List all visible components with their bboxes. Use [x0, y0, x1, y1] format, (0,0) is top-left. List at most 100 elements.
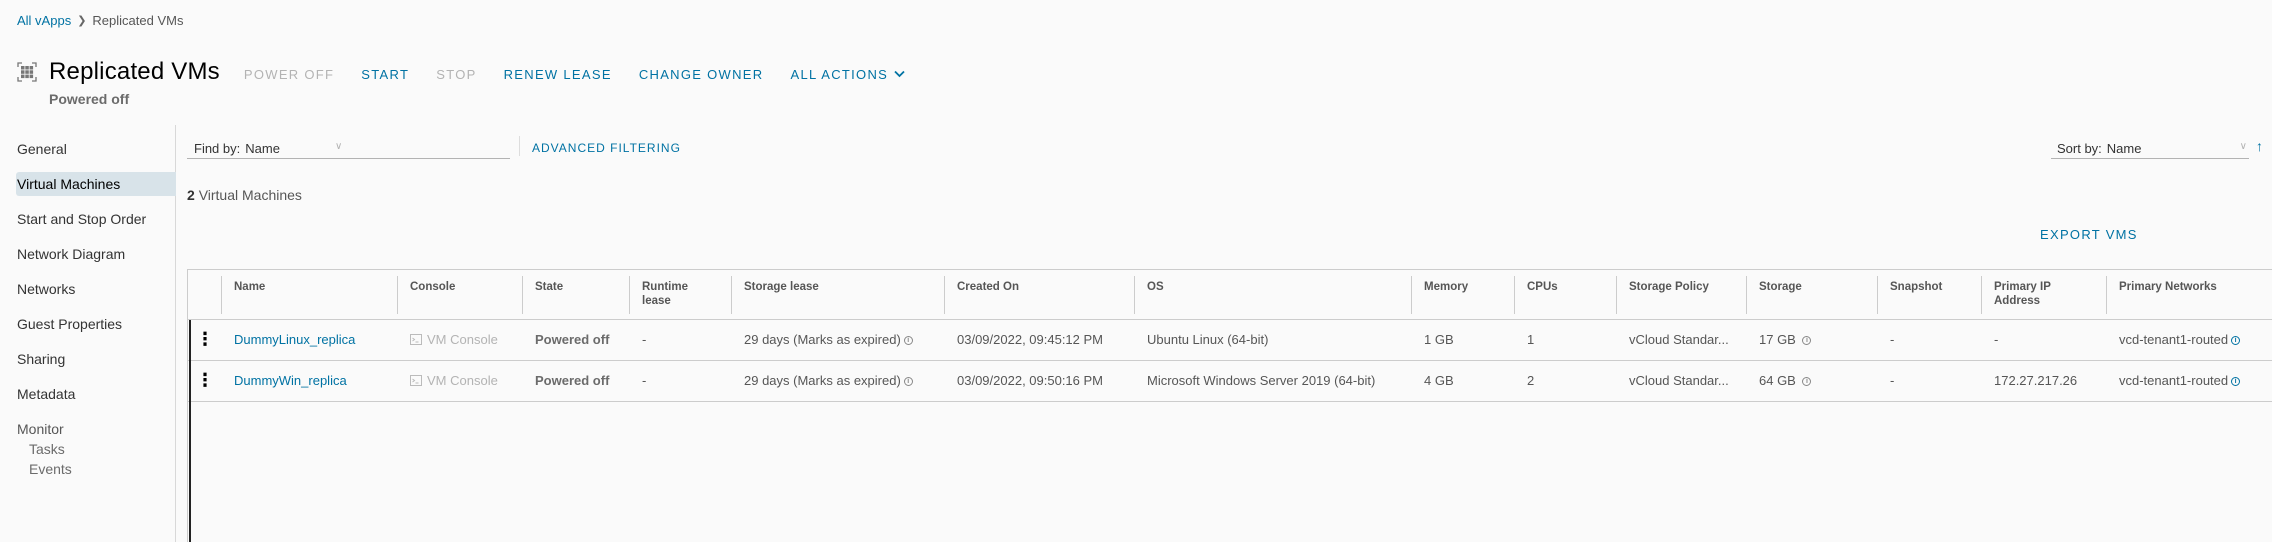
column-header-state[interactable]: State: [523, 270, 630, 320]
column-header-name[interactable]: Name: [222, 270, 398, 320]
breadcrumb-current: Replicated VMs: [92, 13, 184, 28]
breadcrumb-all-vapps[interactable]: All vApps: [17, 13, 71, 28]
vm-runtime-lease: -: [630, 360, 732, 402]
vm-memory: 4 GB: [1412, 360, 1515, 402]
sort-by-label: Sort by:: [2057, 141, 2102, 156]
vm-count-number: 2: [187, 187, 195, 203]
chevron-down-icon: ∨: [2239, 141, 2247, 152]
vm-os: Microsoft Windows Server 2019 (64-bit): [1135, 360, 1412, 402]
sidebar-item-virtual-machines[interactable]: Virtual Machines: [16, 172, 176, 196]
sort-by-select[interactable]: Sort by: Name ∨: [2051, 139, 2249, 159]
page-title: Replicated VMs: [49, 58, 220, 85]
action-bar: POWER OFF START STOP RENEW LEASE CHANGE …: [244, 67, 905, 82]
table-row: ⋮ DummyLinux_replica VM Console Powered …: [188, 319, 2272, 361]
vm-count: 2 Virtual Machines: [187, 187, 302, 203]
sidebar-item-metadata[interactable]: Metadata: [16, 382, 176, 406]
vm-created-on: 03/09/2022, 09:45:12 PM: [945, 319, 1135, 361]
vm-name-link[interactable]: DummyWin_replica: [234, 373, 347, 388]
column-header-cpus[interactable]: CPUs: [1515, 270, 1617, 320]
vm-console-link: VM Console: [410, 373, 511, 388]
column-header-console[interactable]: Console: [398, 270, 523, 320]
start-button[interactable]: START: [361, 67, 409, 82]
table-header-row: Name Console State Runtime lease Storage…: [188, 270, 2272, 320]
sidebar-item-sharing[interactable]: Sharing: [16, 347, 176, 371]
all-actions-button[interactable]: ALL ACTIONS: [790, 67, 905, 82]
column-header-snapshot[interactable]: Snapshot: [1878, 270, 1982, 320]
row-actions-menu-icon[interactable]: ⋮: [188, 360, 222, 402]
toolbar-divider: [519, 136, 520, 156]
power-off-button[interactable]: POWER OFF: [244, 67, 334, 82]
vm-state: Powered off: [535, 373, 610, 388]
chevron-down-icon: ∨: [335, 141, 343, 152]
vm-primary-network: vcd-tenant1-routed i: [2107, 319, 2272, 361]
change-owner-button[interactable]: CHANGE OWNER: [639, 67, 764, 82]
chevron-down-icon: [894, 70, 905, 78]
grid-left-border: [189, 320, 191, 542]
breadcrumb: All vApps ❯ Replicated VMs: [17, 13, 183, 28]
vm-snapshot: -: [1878, 319, 1982, 361]
sidebar-item-start-stop-order[interactable]: Start and Stop Order: [16, 207, 176, 231]
sidebar-group-monitor: Monitor: [17, 421, 64, 437]
find-by-value: Name: [245, 141, 280, 156]
column-header-storage[interactable]: Storage: [1747, 270, 1878, 320]
sort-ascending-icon[interactable]: ↑: [2256, 138, 2263, 154]
column-header-storage-lease[interactable]: Storage lease: [732, 270, 945, 320]
row-actions-menu-icon[interactable]: ⋮: [188, 319, 222, 361]
info-icon[interactable]: i: [1802, 336, 1812, 346]
sidebar-item-events[interactable]: Events: [29, 459, 175, 479]
column-header-primary-ip[interactable]: Primary IP Address: [1982, 270, 2107, 320]
page-header: Replicated VMs POWER OFF START STOP RENE…: [17, 58, 905, 86]
renew-lease-button[interactable]: RENEW LEASE: [504, 67, 612, 82]
info-icon[interactable]: i: [2231, 377, 2241, 387]
main-content: Find by: Name ∨ ADVANCED FILTERING 2 Vir…: [176, 125, 2272, 542]
export-vms-button[interactable]: EXPORT VMS: [2040, 227, 2138, 242]
vm-storage-lease: 29 days (Marks as expired) i: [732, 360, 945, 402]
sidebar-item-tasks[interactable]: Tasks: [29, 439, 175, 459]
vm-console-link: VM Console: [410, 332, 511, 347]
column-header-storage-policy[interactable]: Storage Policy: [1617, 270, 1747, 320]
info-icon[interactable]: i: [903, 377, 913, 387]
info-icon[interactable]: i: [1802, 377, 1812, 387]
sidebar-item-general[interactable]: General: [16, 137, 176, 161]
vm-cpus: 2: [1515, 360, 1617, 402]
column-header-runtime-lease[interactable]: Runtime lease: [630, 270, 732, 320]
sidebar-item-network-diagram[interactable]: Network Diagram: [16, 242, 176, 266]
info-icon[interactable]: i: [903, 336, 913, 346]
vm-datagrid: Name Console State Runtime lease Storage…: [187, 269, 2272, 542]
sidebar: General Virtual Machines Start and Stop …: [0, 125, 176, 542]
column-header-created-on[interactable]: Created On: [945, 270, 1135, 320]
info-icon[interactable]: i: [2231, 336, 2241, 346]
stop-button[interactable]: STOP: [436, 67, 476, 82]
console-icon: [410, 334, 422, 345]
find-by-select[interactable]: Find by: Name ∨: [187, 139, 510, 159]
column-header-os[interactable]: OS: [1135, 270, 1412, 320]
sidebar-item-networks[interactable]: Networks: [16, 277, 176, 301]
chevron-right-icon: ❯: [77, 15, 87, 27]
column-header-memory[interactable]: Memory: [1412, 270, 1515, 320]
advanced-filtering-button[interactable]: ADVANCED FILTERING: [532, 141, 681, 155]
vm-primary-ip: -: [1982, 319, 2107, 361]
vm-count-label: Virtual Machines: [198, 187, 302, 203]
vm-cpus: 1: [1515, 319, 1617, 361]
vm-runtime-lease: -: [630, 319, 732, 361]
vm-storage-lease: 29 days (Marks as expired) i: [732, 319, 945, 361]
sidebar-item-guest-properties[interactable]: Guest Properties: [16, 312, 176, 336]
vm-storage: 17 GB i: [1747, 319, 1878, 361]
vapp-icon: [17, 62, 37, 82]
column-header-actions: [188, 270, 222, 320]
vm-snapshot: -: [1878, 360, 1982, 402]
vapp-status: Powered off: [49, 91, 130, 107]
vm-os: Ubuntu Linux (64-bit): [1135, 319, 1412, 361]
vm-primary-network: vcd-tenant1-routed i: [2107, 360, 2272, 402]
find-by-label: Find by:: [194, 141, 241, 156]
all-actions-label: ALL ACTIONS: [790, 66, 889, 82]
vm-state: Powered off: [535, 332, 610, 347]
vm-storage-policy: vCloud Standar...: [1617, 319, 1747, 361]
vm-table: Name Console State Runtime lease Storage…: [188, 270, 2272, 402]
vm-memory: 1 GB: [1412, 319, 1515, 361]
column-header-primary-networks[interactable]: Primary Networks: [2107, 270, 2272, 320]
vm-created-on: 03/09/2022, 09:50:16 PM: [945, 360, 1135, 402]
table-row: ⋮ DummyWin_replica VM Console Powered of…: [188, 360, 2272, 402]
vm-name-link[interactable]: DummyLinux_replica: [234, 332, 355, 347]
vm-storage-policy: vCloud Standar...: [1617, 360, 1747, 402]
